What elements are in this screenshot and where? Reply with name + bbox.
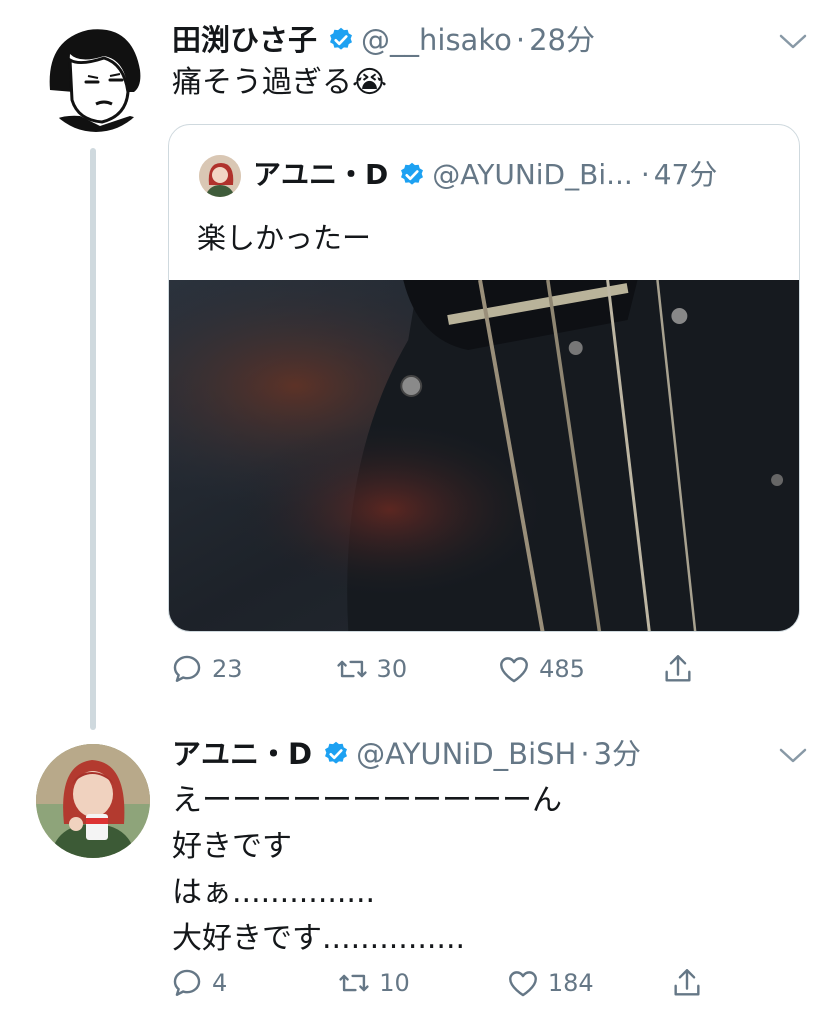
tweet-text: 痛そう過ぎる😭	[172, 65, 388, 100]
retweet-count: 30	[376, 655, 408, 683]
like-count: 184	[547, 969, 594, 997]
retweet-button[interactable]: 30	[335, 652, 408, 686]
separator-dot: ·	[515, 23, 526, 57]
retweet-count: 10	[379, 969, 410, 997]
like-button[interactable]: 184	[506, 966, 594, 1000]
share-icon	[665, 655, 691, 682]
avatar[interactable]	[40, 20, 152, 132]
tweet[interactable]: 田渕ひさ子 @__hisako · 28分 痛そう過ぎる😭 アユニ・D @AYU…	[0, 0, 838, 720]
like-icon	[508, 971, 537, 997]
tweet-actions: 23 30 485	[170, 652, 695, 686]
tweet-header: 田渕ひさ子 @__hisako · 28分	[172, 22, 595, 58]
quoted-tweet-text: 楽しかったー	[197, 221, 372, 255]
retweet-button[interactable]: 10	[337, 966, 410, 1000]
reply-button[interactable]: 23	[170, 652, 243, 686]
share-icon	[674, 969, 700, 996]
display-name[interactable]: アユニ・D	[172, 736, 312, 772]
quoted-tweet-card[interactable]: アユニ・D @AYUNiD_Bi... · 47分 楽しかったー	[168, 124, 800, 632]
quoted-header: アユニ・D @AYUNiD_Bi... · 47分	[253, 157, 717, 193]
share-button[interactable]	[670, 966, 704, 1000]
verified-badge-icon	[401, 162, 424, 185]
tweet-text-line: 大好きです...............	[172, 921, 466, 956]
tweet[interactable]: アユニ・D @AYUNiD_BiSH · 3分 えーーーーーーーーーーーん 好き…	[0, 730, 838, 1024]
chevron-down-icon[interactable]	[778, 746, 808, 766]
verified-badge-icon	[325, 741, 348, 764]
tweet-header: アユニ・D @AYUNiD_BiSH · 3分	[172, 736, 641, 772]
bass-guitar-photo[interactable]	[169, 280, 799, 632]
reply-button[interactable]: 4	[170, 966, 227, 1000]
like-button[interactable]: 485	[497, 652, 585, 686]
quoted-timestamp: 47分	[653, 158, 718, 191]
like-icon	[500, 657, 529, 683]
quoted-avatar[interactable]	[199, 155, 241, 197]
tweet-text-line: 好きです	[172, 829, 292, 864]
reply-count: 4	[212, 969, 228, 997]
timestamp[interactable]: 3分	[594, 736, 641, 772]
display-name[interactable]: 田渕ひさ子	[172, 22, 317, 58]
tweet-text-line: はぁ...............	[172, 875, 376, 910]
reply-count: 23	[212, 655, 243, 683]
quoted-display-name: アユニ・D	[253, 158, 389, 191]
handle[interactable]: @AYUNiD_BiSH	[356, 736, 576, 772]
separator-dot: ·	[580, 737, 590, 771]
quoted-handle: @AYUNiD_Bi...	[432, 158, 633, 191]
reply-icon	[173, 969, 201, 996]
timestamp[interactable]: 28分	[529, 22, 595, 58]
separator-dot: ·	[640, 158, 650, 191]
like-count: 485	[539, 655, 585, 683]
reply-icon	[173, 655, 201, 682]
chevron-down-icon[interactable]	[778, 32, 808, 52]
avatar[interactable]	[36, 744, 150, 858]
verified-badge-icon	[330, 27, 352, 50]
tweet-text: えーーーーーーーーーーーん 好きです はぁ............... 大好き…	[172, 778, 562, 962]
tweet-actions: 4 10 184	[170, 966, 704, 1000]
handle[interactable]: @__hisako	[361, 22, 512, 58]
retweet-icon	[336, 660, 367, 678]
tweet-text-line: えーーーーーーーーーーーん	[172, 783, 562, 818]
share-button[interactable]	[661, 652, 695, 686]
retweet-icon	[339, 974, 369, 992]
